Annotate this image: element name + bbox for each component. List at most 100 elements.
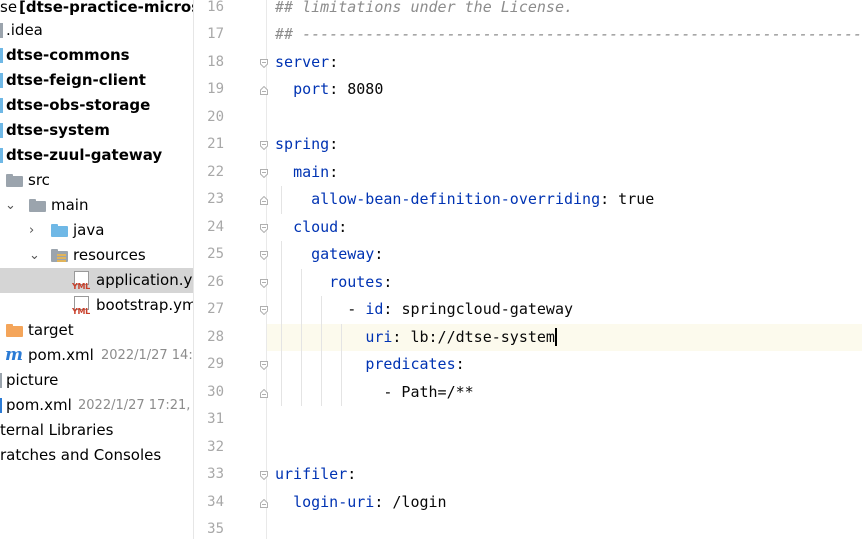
code-line[interactable]: ## -------------------------------------… [267,21,862,49]
fold-end-icon[interactable] [260,498,268,508]
tree-item-label: target [28,321,74,339]
line-number: 26 [207,273,224,290]
yaml-value: springcloud-gateway [401,300,574,318]
fold-collapse-icon[interactable] [260,58,268,68]
line-number: 30 [207,383,224,400]
yaml-key: server [275,52,330,71]
yml-file-icon: YML [72,296,90,316]
tree-item-label: main [51,196,89,214]
tree-item-dtse-zuul-gateway[interactable]: dtse-zuul-gateway [0,143,193,168]
tree-item-dtse-system[interactable]: dtse-system [0,118,193,143]
line-number: 28 [207,328,224,345]
module-folder-icon [0,123,3,138]
folder-icon [6,174,23,187]
tree-item-project-name: [dtse-practice-microser [19,0,193,16]
yaml-key: id [365,300,384,318]
code-text: spring: [275,131,338,159]
tree-item-dtse-feign-client[interactable]: dtse-feign-client [0,68,193,93]
tree-item-external-libraries[interactable]: ternal Libraries [0,418,193,443]
code-line[interactable]: spring: [267,131,862,159]
tree-item-target[interactable]: target [0,318,193,343]
yaml-separator: : [374,492,393,511]
code-line[interactable] [267,104,862,132]
code-line[interactable]: ## limitations under the License. [267,0,862,21]
fold-end-icon[interactable] [260,196,268,205]
code-line[interactable] [267,406,862,434]
fold-collapse-icon[interactable] [260,223,268,233]
tree-item-application-yml[interactable]: YML application.ya [0,268,193,293]
chevron-down-icon[interactable]: ⌄ [29,243,40,268]
tree-item-bootstrap-yml[interactable]: YML bootstrap.ym [0,293,193,318]
tree-item-java[interactable]: › java [0,218,193,243]
tree-item-label: se [0,0,18,16]
code-line[interactable]: uri: lb://dtse-system [267,323,862,351]
tree-item-root[interactable]: se [dtse-practice-microser [0,0,193,20]
yaml-separator: : [329,162,339,181]
code-line[interactable]: cloud: [267,214,862,242]
fold-collapse-icon[interactable] [260,141,268,150]
fold-collapse-icon[interactable] [260,306,268,315]
yaml-key: urifiler [275,465,348,483]
code-line[interactable] [267,516,862,539]
tree-item-src[interactable]: src [0,168,193,193]
code-line[interactable]: main: [267,159,862,187]
line-number: 17 [207,26,224,42]
code-line[interactable]: gateway: [267,241,862,269]
code-line[interactable]: urifiler: [267,461,862,489]
code-line[interactable]: predicates: [267,351,862,379]
folder-icon [0,373,2,388]
code-line[interactable]: - Path=/** [267,378,862,407]
code-line[interactable]: - id: springcloud-gateway [267,296,862,324]
tree-item-label: .idea [6,21,43,39]
tree-item-dtse-commons[interactable]: dtse-commons [0,43,193,68]
tree-item-dtse-obs-storage[interactable]: dtse-obs-storage [0,93,193,118]
code-dash: - [347,300,366,318]
line-number: 27 [207,301,224,317]
code-text: - Path=/** [275,379,473,407]
text-caret [554,328,557,346]
tree-item-label: picture [6,371,59,389]
fold-end-icon[interactable] [260,86,268,95]
code-line[interactable]: login-uri: /login [267,489,862,517]
chevron-right-icon[interactable]: › [29,218,34,243]
maven-icon [0,398,2,413]
code-text: main: [275,159,338,187]
code-line[interactable] [267,434,862,462]
tree-item-scratches[interactable]: ratches and Consoles [0,443,193,468]
code-line[interactable]: port: 8080 [267,76,862,104]
maven-icon: m [5,345,23,365]
module-folder-icon [0,98,3,113]
excluded-folder-icon [6,324,23,337]
fold-collapse-icon[interactable] [260,251,268,260]
line-number: 19 [207,81,224,97]
tree-item-main[interactable]: ⌄ main [0,193,193,218]
fold-collapse-icon[interactable] [260,278,268,288]
code-editor[interactable]: ## limitations under the License. ## ----… [267,0,862,539]
tree-item-idea[interactable]: .idea [0,18,193,43]
code-text: ## limitations under the License. [275,0,573,21]
fold-collapse-icon[interactable] [260,168,268,178]
line-number: 34 [207,493,224,510]
fold-end-icon[interactable] [260,388,268,398]
tree-item-label: ratches and Consoles [0,446,162,464]
tree-item-pom-xml[interactable]: m pom.xml 2022/1/27 14: [0,343,193,368]
yaml-value: true [618,190,655,208]
fold-collapse-icon[interactable] [260,471,268,480]
tree-item-label: dtse-commons [6,46,130,64]
line-number: 21 [207,136,224,152]
tree-item-root-pom-xml[interactable]: pom.xml 2022/1/27 17:21, [0,393,193,418]
tree-item-label: src [28,171,50,189]
module-folder-icon [0,48,3,63]
yaml-key: login-uri [293,492,375,511]
tree-item-picture[interactable]: picture [0,368,193,393]
code-line[interactable]: allow-bean-definition-overriding: true [267,186,862,214]
fold-collapse-icon[interactable] [260,361,268,370]
code-line[interactable]: server: [267,49,862,77]
code-line[interactable]: routes: [267,268,862,296]
chevron-down-icon[interactable]: ⌄ [5,193,16,218]
tree-item-resources[interactable]: ⌄ resources [0,243,193,268]
tree-item-date: 2022/1/27 14: [101,348,193,363]
